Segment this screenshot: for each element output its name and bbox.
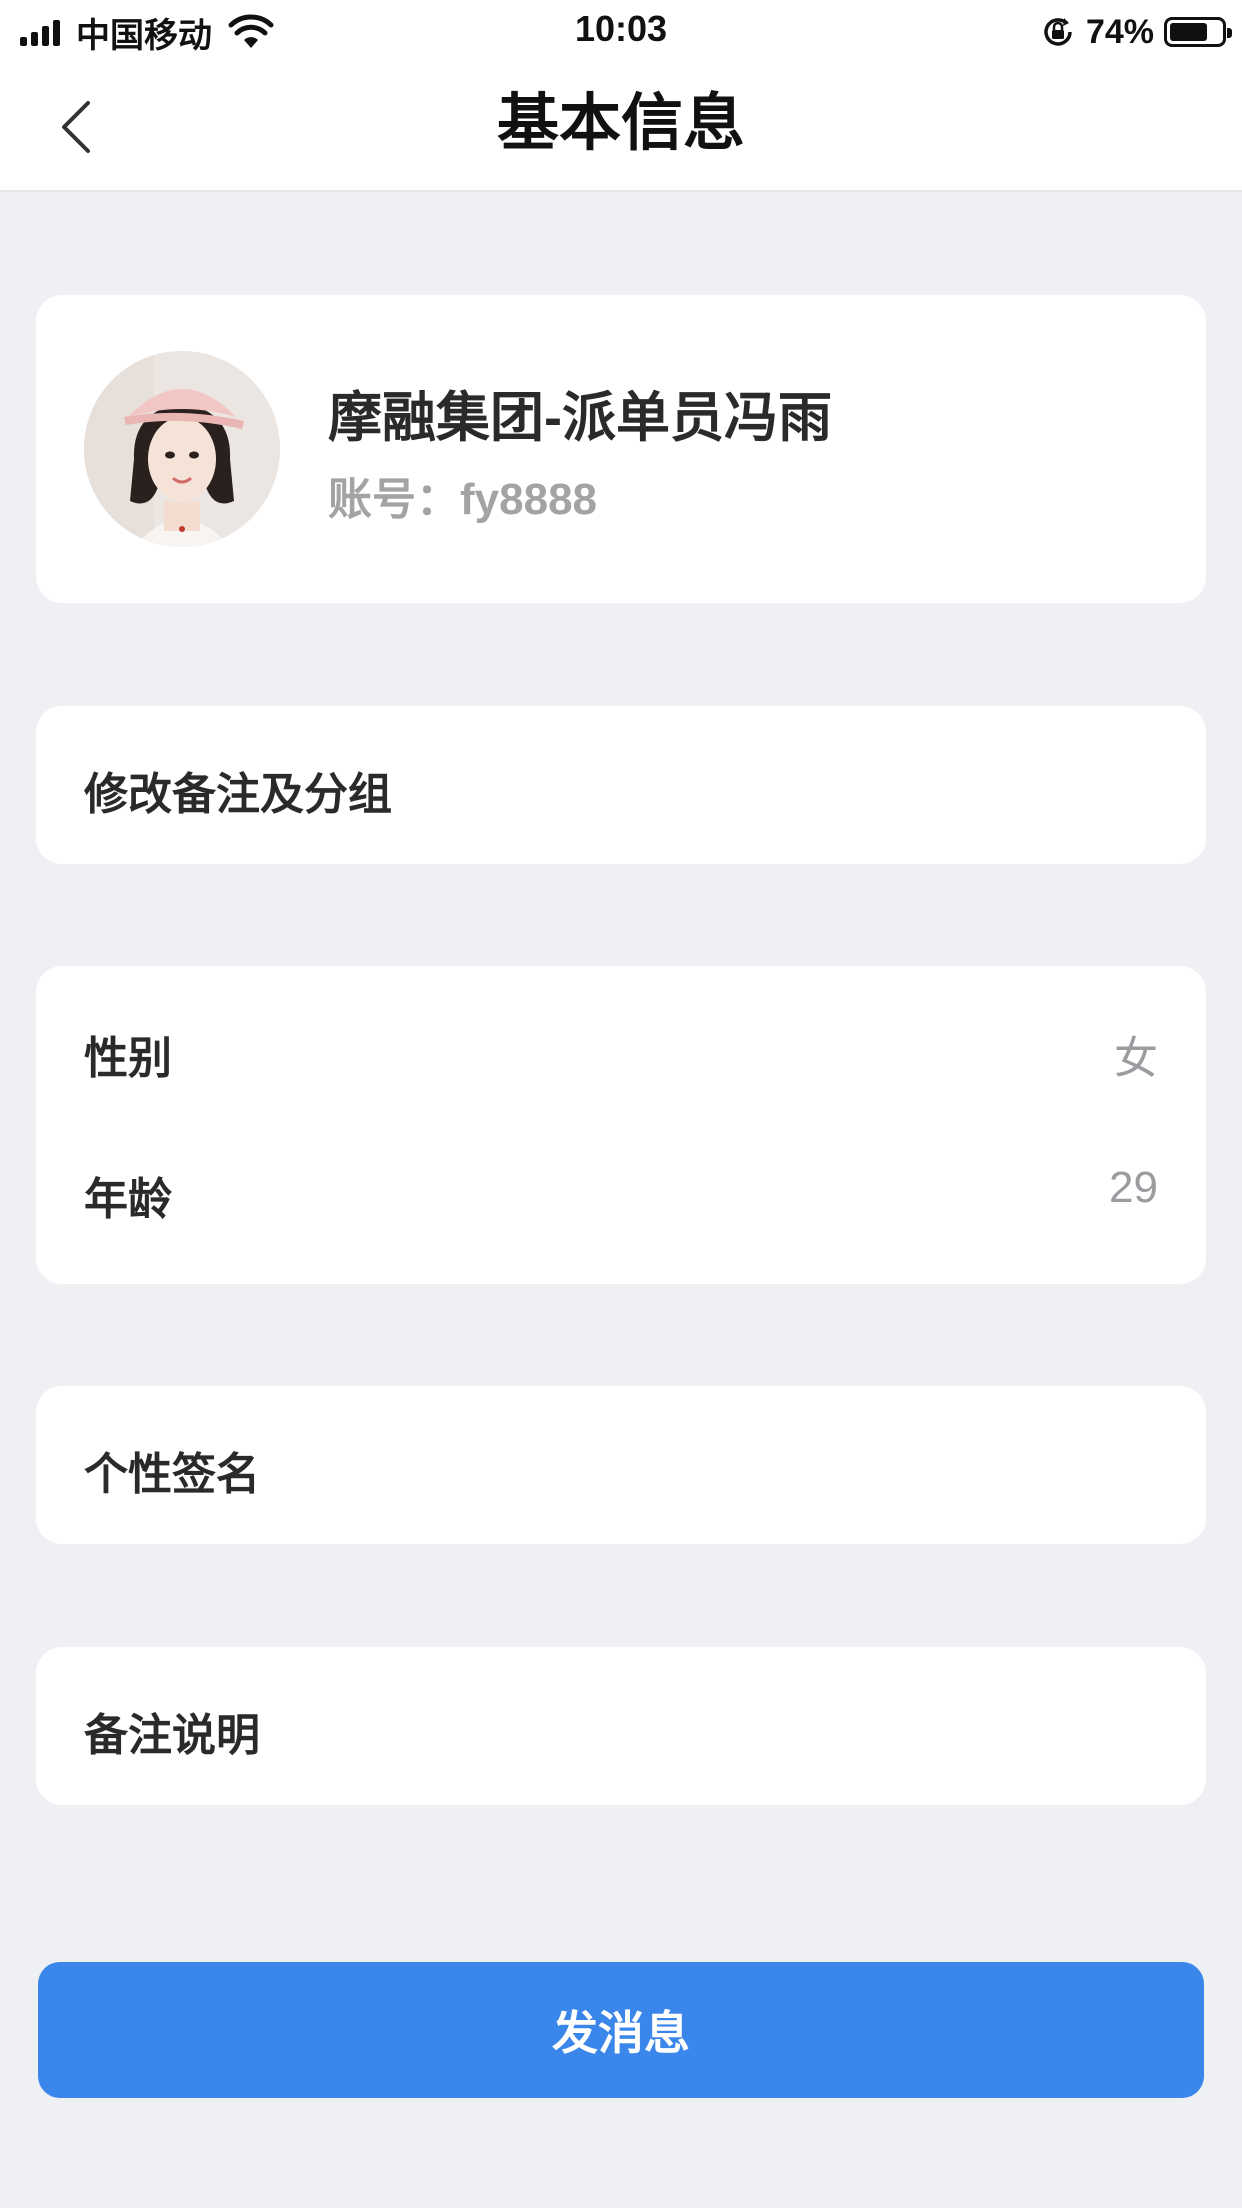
- navigation-bar: 基本信息: [0, 62, 1242, 192]
- rotation-lock-icon: [1044, 18, 1072, 46]
- status-bar: 中国移动 10:03 74%: [0, 0, 1242, 62]
- status-right: 74%: [1040, 12, 1232, 52]
- basic-info-card: 性别 女 年龄 29: [36, 966, 1206, 1284]
- send-message-button[interactable]: 发消息: [38, 1962, 1204, 2098]
- gender-value: 女: [1114, 1034, 1158, 1083]
- note-label: 备注说明: [84, 1711, 260, 1760]
- page-title: 基本信息: [496, 89, 745, 158]
- battery-percent: 74%: [1085, 12, 1154, 51]
- user-avatar-photo: [84, 351, 280, 547]
- avatar[interactable]: [84, 351, 280, 547]
- age-label: 年龄: [84, 1175, 172, 1224]
- battery-level-fill: [1170, 23, 1207, 41]
- edit-remark-group-row[interactable]: 修改备注及分组: [36, 706, 1206, 864]
- signature-label: 个性签名: [84, 1450, 260, 1499]
- signature-row[interactable]: 个性签名: [36, 1386, 1206, 1544]
- battery-icon: [1164, 17, 1232, 47]
- age-row: 年龄 29: [36, 1125, 1206, 1284]
- age-value: 29: [1109, 1163, 1158, 1212]
- profile-account: 账号：fy8888: [328, 475, 598, 524]
- profile-name: 摩融集团-派单员冯雨: [328, 388, 832, 448]
- gender-row: 性别 女: [36, 966, 1206, 1125]
- edit-remark-group-label: 修改备注及分组: [84, 770, 392, 819]
- gender-label: 性别: [84, 1034, 172, 1083]
- profile-card[interactable]: 摩融集团-派单员冯雨 账号：fy8888: [36, 295, 1206, 603]
- note-row[interactable]: 备注说明: [36, 1647, 1206, 1805]
